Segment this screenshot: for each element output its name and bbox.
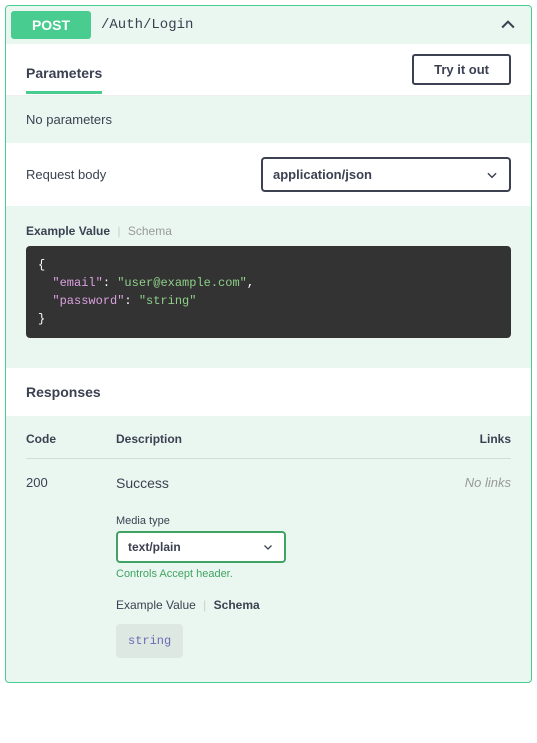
chevron-down-icon [485,168,499,182]
operation-summary[interactable]: POST /Auth/Login [6,6,531,44]
chevron-up-icon [498,15,526,35]
response-description-cell: Success Media type text/plain Controls A… [116,475,441,658]
response-links: No links [441,475,511,658]
operation-block: POST /Auth/Login Parameters Try it out N… [5,5,532,683]
chevron-down-icon [262,541,274,553]
media-type-value: text/plain [128,540,181,554]
tab-schema[interactable]: Schema [128,224,172,238]
controls-accept-hint: Controls Accept header. [116,568,441,580]
request-body-tabs: Example Value | Schema [26,224,511,238]
http-method-badge: POST [11,11,91,39]
tab-schema[interactable]: Schema [214,598,260,612]
col-description: Description [116,432,441,446]
col-links: Links [441,432,511,446]
schema-type-block: string [116,624,183,658]
request-body-bar: Request body application/json [6,143,531,206]
tab-example-value[interactable]: Example Value [26,224,110,238]
request-body-section: Example Value | Schema { "email": "user@… [6,206,531,368]
content-type-select[interactable]: application/json [261,157,511,192]
response-tabs: Example Value | Schema [116,598,441,612]
endpoint-path: /Auth/Login [101,17,498,33]
response-description: Success [116,475,441,491]
example-json-block: { "email": "user@example.com", "password… [26,246,511,338]
tab-example-value[interactable]: Example Value [116,598,196,612]
responses-table-header: Code Description Links [26,432,511,459]
responses-title: Responses [6,368,531,416]
no-parameters-text: No parameters [6,96,531,143]
media-type-select[interactable]: text/plain [116,531,286,563]
parameters-bar: Parameters Try it out [6,44,531,96]
response-row: 200 Success Media type text/plain Contro… [26,475,511,658]
response-code: 200 [26,475,116,658]
request-body-label: Request body [26,167,106,182]
try-it-out-button[interactable]: Try it out [412,54,511,85]
content-type-value: application/json [273,167,372,182]
parameters-title: Parameters [26,59,102,94]
col-code: Code [26,432,116,446]
media-type-label: Media type [116,515,441,527]
responses-section: Code Description Links 200 Success Media… [6,416,531,682]
